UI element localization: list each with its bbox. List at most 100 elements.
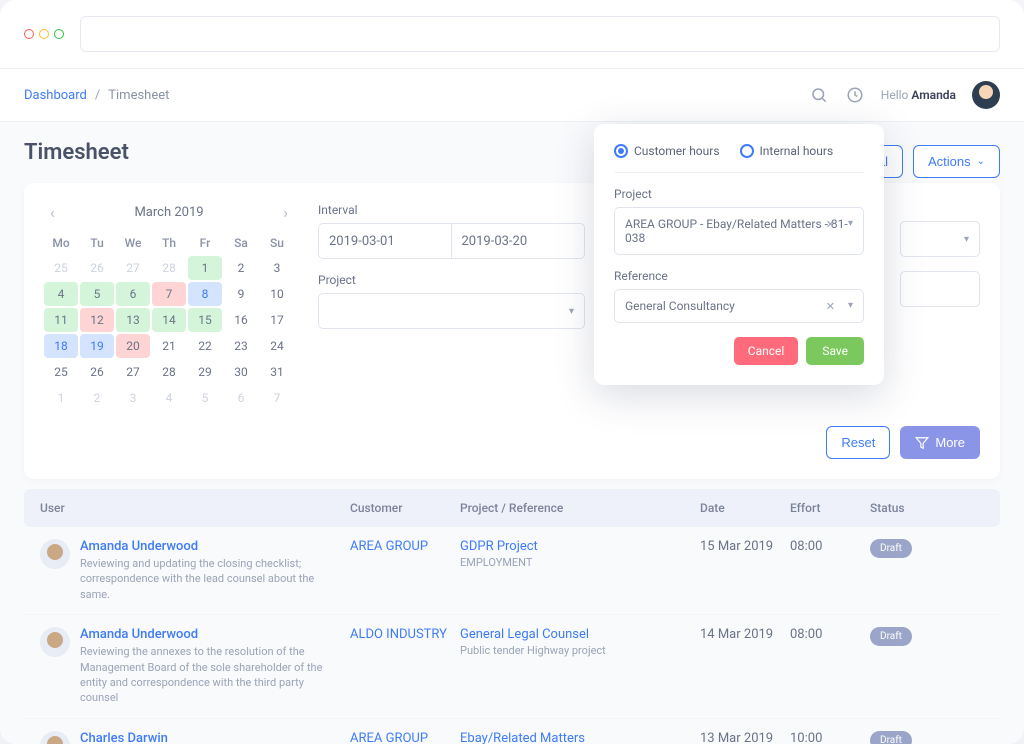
cal-day[interactable]: 7 bbox=[260, 386, 294, 410]
cal-day[interactable]: 17 bbox=[260, 308, 294, 332]
search-icon[interactable] bbox=[809, 85, 829, 105]
cal-day[interactable]: 11 bbox=[44, 308, 78, 332]
save-button[interactable]: Save bbox=[806, 337, 864, 365]
cal-dow: Sa bbox=[224, 232, 258, 254]
cal-day[interactable]: 2 bbox=[80, 386, 114, 410]
cal-day[interactable]: 12 bbox=[80, 308, 114, 332]
interval-from-input[interactable]: 2019-03-01 bbox=[318, 223, 452, 259]
interval-to-input[interactable]: 2019-03-20 bbox=[452, 223, 586, 259]
cal-day[interactable]: 3 bbox=[260, 256, 294, 280]
table-row[interactable]: Amanda Underwood Reviewing the annexes to… bbox=[24, 615, 1000, 719]
close-dot[interactable] bbox=[24, 29, 34, 39]
cal-dow: Fr bbox=[188, 232, 222, 254]
cal-day[interactable]: 15 bbox=[188, 308, 222, 332]
cal-day[interactable]: 1 bbox=[188, 256, 222, 280]
row-effort: 08:00 bbox=[790, 627, 860, 642]
cal-day[interactable]: 24 bbox=[260, 334, 294, 358]
row-date: 14 Mar 2019 bbox=[700, 627, 780, 642]
page-title: Timesheet bbox=[24, 140, 129, 165]
radio-internal-hours[interactable]: Internal hours bbox=[740, 144, 834, 158]
greeting-prefix: Hello bbox=[881, 88, 909, 102]
more-button[interactable]: More bbox=[900, 426, 980, 459]
breadcrumb-sep: / bbox=[95, 88, 100, 103]
interval-label: Interval bbox=[318, 203, 585, 217]
cal-day[interactable]: 26 bbox=[80, 256, 114, 280]
pop-project-select[interactable]: AREA GROUP - Ebay/Related Matters - 81-0… bbox=[614, 207, 864, 255]
cal-day[interactable]: 26 bbox=[80, 360, 114, 384]
cal-day[interactable]: 7 bbox=[152, 282, 186, 306]
cal-day[interactable]: 28 bbox=[152, 360, 186, 384]
cal-day[interactable]: 9 bbox=[224, 282, 258, 306]
row-project[interactable]: Ebay/Related Matters bbox=[460, 731, 690, 744]
cancel-button[interactable]: Cancel bbox=[734, 337, 799, 365]
row-customer[interactable]: ALDO INDUSTRY bbox=[350, 627, 450, 642]
minimize-dot[interactable] bbox=[39, 29, 49, 39]
cal-day[interactable]: 23 bbox=[224, 334, 258, 358]
status-badge: Draft bbox=[870, 539, 912, 558]
cal-day[interactable]: 27 bbox=[116, 256, 150, 280]
row-customer[interactable]: AREA GROUP bbox=[350, 539, 450, 554]
row-user-name[interactable]: Charles Darwin bbox=[80, 731, 228, 744]
cal-day[interactable]: 22 bbox=[188, 334, 222, 358]
clock-icon[interactable] bbox=[845, 85, 865, 105]
cal-day[interactable]: 3 bbox=[116, 386, 150, 410]
radio-customer-hours[interactable]: Customer hours bbox=[614, 144, 720, 158]
row-project[interactable]: General Legal Counsel bbox=[460, 627, 690, 642]
clear-icon[interactable]: ✕ bbox=[826, 300, 835, 313]
cal-next[interactable]: › bbox=[277, 203, 294, 222]
cal-day[interactable]: 28 bbox=[152, 256, 186, 280]
cal-day[interactable]: 6 bbox=[224, 386, 258, 410]
cal-dow: We bbox=[116, 232, 150, 254]
cal-prev[interactable]: ‹ bbox=[44, 203, 61, 222]
cal-day[interactable]: 13 bbox=[116, 308, 150, 332]
cal-day[interactable]: 27 bbox=[116, 360, 150, 384]
cal-day[interactable]: 5 bbox=[80, 282, 114, 306]
user-cell: Amanda Underwood Reviewing the annexes to… bbox=[40, 627, 340, 706]
cal-day[interactable]: 30 bbox=[224, 360, 258, 384]
breadcrumb-root[interactable]: Dashboard bbox=[24, 88, 87, 103]
table-row[interactable]: Amanda UnderwoodReviewing and updating t… bbox=[24, 527, 1000, 615]
row-status-cell: Draft bbox=[870, 627, 940, 646]
actions-dropdown[interactable]: Actions ⌄ bbox=[913, 145, 1000, 178]
status-badge: Draft bbox=[870, 627, 912, 646]
cal-day[interactable]: 16 bbox=[224, 308, 258, 332]
cal-day[interactable]: 5 bbox=[188, 386, 222, 410]
row-customer[interactable]: AREA GROUP bbox=[350, 731, 450, 744]
cal-day[interactable]: 4 bbox=[152, 386, 186, 410]
cal-day[interactable]: 10 bbox=[260, 282, 294, 306]
cal-day[interactable]: 8 bbox=[188, 282, 222, 306]
cal-day[interactable]: 4 bbox=[44, 282, 78, 306]
cal-day[interactable]: 21 bbox=[152, 334, 186, 358]
row-desc: Reviewing the annexes to the resolution … bbox=[80, 644, 340, 706]
row-project[interactable]: GDPR Project bbox=[460, 539, 690, 554]
cal-day[interactable]: 20 bbox=[116, 334, 150, 358]
cal-day[interactable]: 14 bbox=[152, 308, 186, 332]
row-project-cell: General Legal CounselPublic tender Highw… bbox=[460, 627, 690, 657]
pop-reference-select[interactable]: General Consultancy✕ bbox=[614, 289, 864, 323]
user-avatar[interactable] bbox=[972, 81, 1000, 109]
reset-button[interactable]: Reset bbox=[826, 426, 890, 459]
cal-day[interactable]: 1 bbox=[44, 386, 78, 410]
cal-day[interactable]: 19 bbox=[80, 334, 114, 358]
project-filter-label: Project bbox=[318, 273, 585, 287]
clear-icon[interactable]: ✕ bbox=[826, 218, 835, 231]
row-user-name[interactable]: Amanda Underwood bbox=[80, 627, 340, 642]
cal-day[interactable]: 18 bbox=[44, 334, 78, 358]
cal-day[interactable]: 25 bbox=[44, 256, 78, 280]
extra-select-1[interactable] bbox=[900, 221, 980, 257]
cal-day[interactable]: 31 bbox=[260, 360, 294, 384]
cal-day[interactable]: 29 bbox=[188, 360, 222, 384]
extra-input-1[interactable] bbox=[900, 271, 980, 307]
cal-day[interactable]: 2 bbox=[224, 256, 258, 280]
global-search-input[interactable] bbox=[80, 16, 1000, 52]
cal-day[interactable]: 6 bbox=[116, 282, 150, 306]
cal-month: March 2019 bbox=[134, 205, 203, 220]
maximize-dot[interactable] bbox=[54, 29, 64, 39]
topbar bbox=[0, 0, 1024, 69]
hours-popover: Customer hours Internal hours Project AR… bbox=[594, 124, 884, 385]
row-user-name[interactable]: Amanda Underwood bbox=[80, 539, 340, 554]
project-filter-select[interactable] bbox=[318, 293, 585, 329]
table-row[interactable]: Charles DarwinFollow-up internal discuss… bbox=[24, 719, 1000, 744]
row-status-cell: Draft bbox=[870, 731, 940, 744]
cal-day[interactable]: 25 bbox=[44, 360, 78, 384]
